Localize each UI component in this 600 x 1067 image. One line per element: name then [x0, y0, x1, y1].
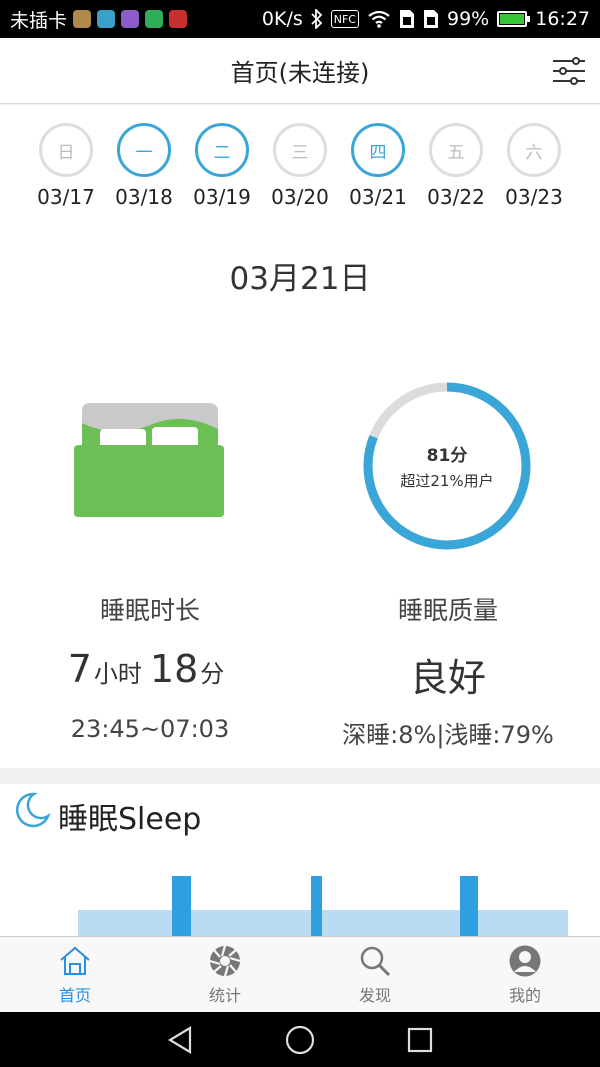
day-date: 03/17	[37, 185, 95, 209]
duration-minutes: 18	[149, 647, 199, 691]
day-circle: 六	[507, 123, 561, 177]
day-mon[interactable]: 一 03/18	[106, 123, 182, 209]
day-date: 03/20	[271, 185, 329, 209]
day-circle: 二	[195, 123, 249, 177]
home-icon	[60, 946, 90, 975]
day-circle: 日	[39, 123, 93, 177]
home-button-icon[interactable]	[285, 1025, 315, 1055]
page-title: 首页(未连接)	[230, 59, 370, 87]
quality-value: 良好	[409, 656, 486, 700]
ring-text: 81分 超过21%用户	[362, 381, 532, 551]
quality-label: 睡眠质量	[397, 596, 498, 625]
status-bar: 未插卡 0K/s NFC 99% 16:27	[0, 0, 600, 38]
nav-statistics[interactable]: 统计	[150, 937, 300, 1012]
huawei-icon	[169, 10, 188, 28]
user-icon	[509, 945, 541, 976]
back-icon[interactable]	[166, 1025, 194, 1055]
day-date: 03/21	[349, 185, 407, 209]
week-selector: 日 03/17 一 03/18 二 03/19 三 03/20 四 03/21 …	[28, 123, 572, 209]
sleep-section-title: 睡眠Sleep	[58, 802, 202, 837]
deep-sleep-bar	[460, 876, 478, 936]
battery-icon	[497, 11, 531, 27]
duration-hours: 7	[67, 647, 92, 691]
app-notification-icon	[73, 10, 92, 28]
day-date: 03/19	[193, 185, 251, 209]
bed-icon	[74, 403, 224, 517]
day-circle: 五	[429, 123, 483, 177]
day-date: 03/22	[427, 185, 485, 209]
recents-icon[interactable]	[406, 1026, 434, 1054]
sleep-chart-card: 睡眠Sleep	[0, 784, 600, 936]
bottom-navigation: 首页 统计 发现 我的	[0, 936, 600, 1012]
light-sleep-band	[78, 910, 568, 936]
selected-date: 03月21日	[229, 261, 371, 297]
app-notification-icon	[97, 10, 116, 28]
nav-discover[interactable]: 发现	[300, 937, 450, 1012]
deep-sleep-bar	[311, 876, 322, 936]
day-tue[interactable]: 二 03/19	[184, 123, 260, 209]
day-sat[interactable]: 六 03/23	[496, 123, 572, 209]
day-date: 03/18	[115, 185, 173, 209]
day-circle: 三	[273, 123, 327, 177]
day-circle: 四	[351, 123, 405, 177]
day-circle: 一	[117, 123, 171, 177]
day-date: 03/23	[505, 185, 563, 209]
battery-percent: 99%	[447, 8, 490, 30]
day-thu[interactable]: 四 03/21	[340, 123, 416, 209]
aperture-icon	[209, 945, 241, 976]
search-icon	[360, 946, 391, 976]
nav-label: 我的	[508, 985, 541, 1005]
hours-unit: 小时	[93, 660, 142, 688]
nav-label: 发现	[358, 985, 391, 1005]
app-notification-icon	[121, 10, 140, 28]
quality-value-row: 良好	[298, 647, 598, 700]
moon-icon	[15, 792, 51, 828]
day-wed[interactable]: 三 03/20	[262, 123, 338, 209]
sim-2-icon	[423, 9, 439, 29]
nfc-icon: NFC	[330, 10, 359, 28]
minutes-unit: 分	[200, 660, 225, 688]
clock: 16:27	[535, 8, 590, 30]
nav-profile[interactable]: 我的	[450, 937, 600, 1012]
sleep-quality-block: 睡眠质量 良好 深睡:8%|浅睡:79%	[298, 591, 598, 750]
sleep-duration-block: 睡眠时长 7 小时 18 分 23:45~07:03	[0, 591, 300, 743]
nav-home[interactable]: 首页	[0, 937, 150, 1012]
app-header: 首页(未连接)	[0, 38, 600, 104]
nav-label: 统计	[208, 985, 241, 1005]
carrier-text: 未插卡	[10, 9, 68, 32]
sleep-time-range: 23:45~07:03	[70, 715, 230, 743]
duration-value: 7 小时 18 分	[0, 647, 300, 697]
settings-sliders-icon[interactable]	[552, 55, 586, 87]
bluetooth-icon	[311, 9, 323, 29]
score-percentile: 超过21%用户	[400, 472, 494, 490]
wifi-icon	[367, 10, 391, 28]
system-navigation-bar	[0, 1012, 600, 1067]
sleep-summary-card: 日 03/17 一 03/18 二 03/19 三 03/20 四 03/21 …	[0, 105, 600, 768]
network-speed: 0K/s	[261, 8, 303, 30]
day-fri[interactable]: 五 03/22	[418, 123, 494, 209]
sim-1-icon	[399, 9, 415, 29]
day-sun[interactable]: 日 03/17	[28, 123, 104, 209]
sleep-score: 81分	[426, 446, 468, 466]
duration-label: 睡眠时长	[99, 596, 200, 625]
nav-label: 首页	[58, 985, 91, 1005]
app-notification-icon	[145, 10, 164, 28]
deep-sleep-bar	[172, 876, 191, 936]
sleep-breakdown: 深睡:8%|浅睡:79%	[342, 721, 554, 749]
